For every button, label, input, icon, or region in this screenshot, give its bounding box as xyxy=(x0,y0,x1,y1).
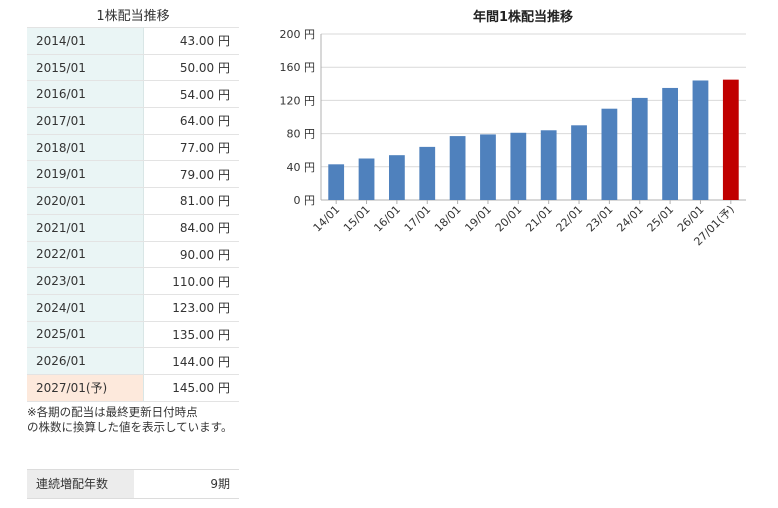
amount-cell: 144.00 円 xyxy=(143,347,239,375)
amount-cell: 110.00 円 xyxy=(143,267,239,295)
amount-cell: 50.00 円 xyxy=(143,53,239,82)
x-tick-label: 21/01 xyxy=(523,203,555,235)
amount-cell: 135.00 円 xyxy=(143,320,239,349)
y-tick-label: 0 円 xyxy=(294,194,316,207)
period-cell: 2020/01 xyxy=(27,187,144,215)
period-cell: 2017/01 xyxy=(27,107,144,135)
amount-cell: 54.00 円 xyxy=(143,80,239,109)
amount-cell: 123.00 円 xyxy=(143,293,239,322)
dividend-table: 2014/01 43.00 円 2015/01 50.00 円 2016/01 54.00… xyxy=(27,27,239,402)
amount-cell: 77.00 円 xyxy=(143,133,239,162)
x-tick-label: 23/01 xyxy=(584,203,616,235)
table-row: 2021/01 84.00 円 xyxy=(27,213,239,242)
bar xyxy=(722,79,739,200)
period-cell: 2023/01 xyxy=(27,267,144,295)
bar xyxy=(510,132,527,200)
amount-cell: 84.00 円 xyxy=(143,213,239,242)
x-tick-label: 16/01 xyxy=(371,203,403,235)
amount-cell: 79.00 円 xyxy=(143,160,239,189)
table-row: 2016/01 54.00 円 xyxy=(27,80,239,109)
x-tick-label: 24/01 xyxy=(614,203,646,235)
x-tick-label: 14/01 xyxy=(311,203,343,235)
note-line-1: ※各期の配当は最終更新日付時点 xyxy=(27,404,198,419)
x-tick-label: 15/01 xyxy=(341,203,373,235)
bar xyxy=(480,134,496,200)
period-cell: 2021/01 xyxy=(27,213,144,242)
bar xyxy=(571,125,587,200)
period-cell: 2026/01 xyxy=(27,347,144,375)
x-tick-label: 18/01 xyxy=(432,203,464,235)
bar xyxy=(358,158,375,200)
table-row: 2018/01 77.00 円 xyxy=(27,133,239,162)
chart-svg: 0 円 40 円 80 円 120 円 160 円 200 円 14/0115/0116/0… xyxy=(280,28,746,248)
x-tick-label: 22/01 xyxy=(554,203,586,235)
dividend-chart: 年間1株配当推移 0 円 40 円 80 円 120 円 160 円 200 円 14/01… xyxy=(268,0,778,280)
table-row: 2017/01 64.00 円 xyxy=(27,107,239,135)
table-title: 1株配当推移 xyxy=(96,9,170,24)
table-row: 2015/01 50.00 円 xyxy=(27,53,239,82)
amount-cell: 81.00 円 xyxy=(143,187,239,215)
bar xyxy=(601,108,618,200)
period-cell: 2019/01 xyxy=(27,160,144,189)
amount-cell: 64.00 円 xyxy=(143,107,239,135)
period-cell: 2015/01 xyxy=(27,53,144,82)
period-cell: 2024/01 xyxy=(27,293,144,322)
period-cell: 2022/01 xyxy=(27,240,144,269)
period-cell: 2016/01 xyxy=(27,80,144,109)
y-tick-label: 160 円 xyxy=(280,61,316,74)
table-note: ※各期の配当は最終更新日付時点 の株数に換算した値を表示しています。 xyxy=(27,405,239,435)
bar xyxy=(419,146,436,200)
table-row: 2024/01 123.00 円 xyxy=(27,293,239,322)
table-row: 2019/01 79.00 円 xyxy=(27,160,239,189)
bar xyxy=(692,80,709,200)
bar xyxy=(540,130,557,200)
streak-row: 連続増配年数 9期 xyxy=(27,469,239,499)
x-tick-label: 19/01 xyxy=(462,203,494,235)
bar xyxy=(328,164,345,200)
note-line-2: の株数に換算した値を表示しています。 xyxy=(27,419,233,434)
period-cell: 2014/01 xyxy=(27,27,144,55)
chart-title: 年間1株配当推移 xyxy=(472,10,574,25)
table-row: 2022/01 90.00 円 xyxy=(27,240,239,269)
table-row: 2026/01 144.00 円 xyxy=(27,347,239,375)
y-tick-label: 120 円 xyxy=(280,94,316,107)
table-row: 2023/01 110.00 円 xyxy=(27,267,239,295)
y-tick-label: 200 円 xyxy=(280,28,316,41)
table-row: 2025/01 135.00 円 xyxy=(27,320,239,349)
streak-label: 連続増配年数 xyxy=(27,470,134,498)
table-row: 2027/01(予) 145.00 円 xyxy=(27,373,239,402)
bar xyxy=(631,97,648,200)
amount-cell: 43.00 円 xyxy=(143,27,239,55)
period-cell: 2018/01 xyxy=(27,133,144,162)
x-tick-label: 17/01 xyxy=(402,203,434,235)
table-row: 2020/01 81.00 円 xyxy=(27,187,239,215)
amount-cell: 145.00 円 xyxy=(143,373,239,402)
bar xyxy=(662,87,678,200)
dividend-table-panel: 1株配当推移 2014/01 43.00 円 2015/01 50.00 円 2016/… xyxy=(27,0,239,435)
y-tick-label: 80 円 xyxy=(287,128,316,141)
bar xyxy=(449,136,466,200)
streak-value: 9期 xyxy=(210,477,230,491)
bar xyxy=(389,155,405,200)
table-row: 2014/01 43.00 円 xyxy=(27,27,239,55)
amount-cell: 90.00 円 xyxy=(143,240,239,269)
period-cell: 2027/01(予) xyxy=(27,373,144,402)
x-tick-label: 25/01 xyxy=(645,203,677,235)
period-cell: 2025/01 xyxy=(27,320,144,349)
x-tick-label: 20/01 xyxy=(493,203,525,235)
y-tick-label: 40 円 xyxy=(287,161,316,174)
